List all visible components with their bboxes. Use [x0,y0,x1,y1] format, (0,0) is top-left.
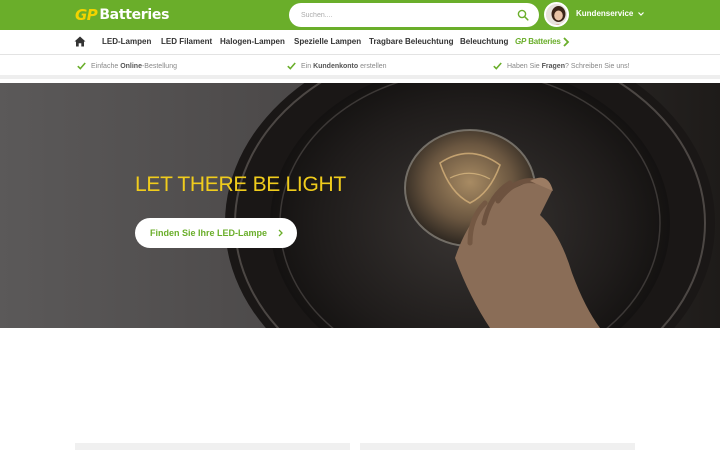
nav-gp-suffix: Batteries [528,37,561,46]
nav-item-gp-batteries[interactable]: GP Batteries [515,37,561,46]
chevron-down-icon [638,11,645,16]
customer-service-menu[interactable]: Kundenservice [576,9,645,18]
usp-text-bold: Online [120,62,142,70]
usp-customer-account[interactable]: Ein Kundenkonto erstellen [287,62,387,70]
search-icon[interactable] [517,9,529,21]
usp-questions[interactable]: Haben Sie Fragen? Schreiben Sie uns! [493,62,630,70]
usp-text-bold: Fragen [541,62,565,70]
content-card [360,443,635,450]
nav-item-led-filament[interactable]: LED Filament [161,37,212,46]
content-card [75,443,350,450]
nav-item-led-lampen[interactable]: LED-Lampen [102,37,151,46]
logo-text: Batteries [99,7,170,23]
usp-text: Ein Kundenkonto erstellen [301,63,387,70]
avatar-image [546,4,567,25]
usp-text-post: -Bestellung [141,62,177,70]
checkmark-icon [287,62,296,70]
search-input[interactable] [301,7,501,23]
hero-title: LET THERE BE LIGHT [135,173,346,196]
usp-online-order: Einfache Online-Bestellung [77,62,177,70]
header-bar: GP Batteries Kundenservice [0,0,720,30]
usp-text: Einfache Online-Bestellung [91,63,177,70]
usp-text-bold: Kundenkonto [313,62,359,70]
logo-gp: GP [75,6,98,24]
usp-text: Haben Sie Fragen? Schreiben Sie uns! [507,63,630,70]
search-box [289,3,539,27]
find-led-lamp-label: Finden Sie Ihre LED-Lampe [150,228,268,238]
checkmark-icon [77,62,86,70]
usp-text-post: ? Schreiben Sie uns! [564,62,630,70]
nav-item-tragbare-beleuchtung[interactable]: Tragbare Beleuchtung [369,37,453,46]
usp-text-pre: Haben Sie [507,62,542,70]
usp-text-pre: Einfache [91,62,121,70]
chevron-right-icon[interactable] [562,36,570,48]
nav-item-halogen-lampen[interactable]: Halogen-Lampen [220,37,285,46]
customer-service-avatar[interactable] [544,2,569,27]
usp-bar: Einfache Online-Bestellung Ein Kundenkon… [0,55,720,79]
chevron-right-icon [278,229,283,237]
gp-batteries-logo[interactable]: GP Batteries [75,6,169,24]
home-icon[interactable] [74,36,86,47]
hero-banner: LET THERE BE LIGHT Finden Sie Ihre LED-L… [0,83,720,328]
main-navigation: LED-Lampen LED Filament Halogen-Lampen S… [0,30,720,55]
hero-lamp-image [225,83,715,328]
find-led-lamp-button[interactable]: Finden Sie Ihre LED-Lampe [135,218,297,248]
usp-text-pre: Ein [301,62,314,70]
usp-text-post: erstellen [358,62,387,70]
checkmark-icon [493,62,502,70]
nav-item-spezielle-lampen[interactable]: Spezielle Lampen [294,37,361,46]
customer-service-label: Kundenservice [576,9,634,18]
nav-gp-prefix: GP [515,37,527,46]
nav-item-beleuchtung[interactable]: Beleuchtung [460,37,508,46]
